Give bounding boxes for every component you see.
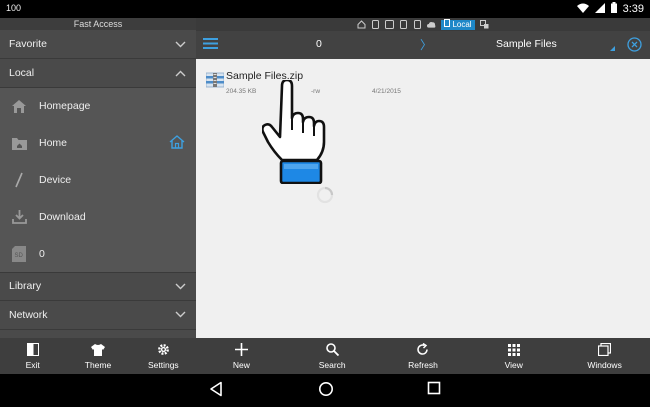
status-bar: 100 3:39: [0, 0, 650, 18]
exit-button[interactable]: Exit: [0, 338, 65, 374]
sidebar: Fast Access Favorite Local Homepage Home…: [0, 18, 196, 338]
local-tab[interactable]: Local: [441, 19, 475, 30]
tablet-chip-icon: [444, 19, 451, 30]
home-circle-icon[interactable]: [318, 381, 334, 397]
file-size: 204.35 KB: [226, 88, 257, 95]
home-tab-icon[interactable]: [357, 20, 366, 29]
file-date: 4/21/2015: [372, 88, 401, 95]
item-count: 0: [316, 38, 322, 50]
sidebar-item-homepage[interactable]: Homepage: [0, 88, 196, 125]
app-frame: 100 3:39 Local Fast Access Favorite Loca…: [0, 0, 650, 407]
theme-label: Theme: [84, 359, 112, 370]
sidebar-item-device[interactable]: Device: [0, 162, 196, 199]
chevron-up-icon: [173, 68, 187, 78]
window-tab-strip: Local: [196, 18, 650, 31]
library-label: Library: [9, 280, 42, 293]
tablet-tab-icon[interactable]: [385, 20, 395, 29]
cloud-tab-icon[interactable]: [427, 20, 436, 29]
loading-spinner: [316, 186, 334, 204]
sidebar-item-home[interactable]: Home: [0, 125, 196, 162]
content-topbar: 0 〉 Sample Files: [196, 31, 650, 59]
new-button[interactable]: New: [196, 338, 287, 374]
local-tab-label: Local: [452, 19, 472, 29]
search-button[interactable]: Search: [287, 338, 378, 374]
windows-label: Windows: [587, 359, 622, 370]
exit-label: Exit: [25, 359, 40, 370]
plus-icon: [234, 343, 248, 357]
settings-button[interactable]: Settings: [131, 338, 196, 374]
signal-icon: [594, 0, 605, 18]
theme-button[interactable]: Theme: [65, 338, 130, 374]
home-outline-icon[interactable]: [168, 134, 186, 152]
sidebar-item-label: Home: [39, 137, 68, 150]
exit-icon: [26, 343, 40, 357]
favorite-label: Favorite: [9, 38, 47, 50]
wifi-icon: [576, 0, 589, 18]
network-label: Network: [9, 308, 48, 321]
windows-stack-icon: [598, 343, 612, 357]
zip-file-icon: [205, 72, 225, 88]
status-time: 3:39: [622, 3, 644, 15]
homepage-icon: [10, 97, 28, 115]
sd-card-icon: SD: [10, 245, 28, 263]
shirt-icon: [90, 343, 105, 357]
system-nav-bar: [0, 374, 650, 407]
home-folder-icon: [10, 134, 28, 152]
sidebar-item-download[interactable]: Download: [0, 198, 196, 235]
refresh-label: Refresh: [408, 359, 438, 370]
phone-tab-icon[interactable]: [371, 20, 380, 29]
path-separator: 〉: [420, 38, 433, 52]
sidebar-item-label: 0: [39, 247, 45, 260]
view-button[interactable]: View: [468, 338, 559, 374]
new-label: New: [232, 359, 250, 370]
phone-tab-icon-2[interactable]: [399, 20, 408, 29]
sidebar-item-label: Homepage: [39, 100, 91, 113]
battery-icon: [610, 0, 617, 18]
windows-button[interactable]: Windows: [559, 338, 650, 374]
download-icon: [10, 208, 28, 226]
network-tab-icon[interactable]: [479, 20, 489, 29]
gear-icon: [156, 343, 170, 357]
sidebar-section-favorite[interactable]: Favorite: [0, 30, 196, 59]
menu-icon[interactable]: [203, 37, 219, 53]
chevron-down-icon: [173, 281, 187, 291]
sidebar-item-sd[interactable]: SD 0: [0, 235, 196, 272]
sidebar-item-label: Device: [39, 173, 72, 186]
search-icon: [325, 343, 339, 357]
status-right: 3:39: [576, 0, 644, 18]
main-toolbar: New Search Refresh View Windows: [196, 338, 650, 374]
search-label: Search: [318, 359, 346, 370]
view-label: View: [504, 359, 523, 370]
path-dropdown-indicator[interactable]: [610, 46, 615, 51]
sidebar-item-label: Download: [39, 210, 86, 223]
local-label: Local: [9, 67, 35, 79]
sidebar-section-network[interactable]: Network: [0, 300, 196, 330]
device-slash-icon: [10, 171, 28, 189]
fast-access-header[interactable]: Fast Access: [0, 18, 196, 30]
pointing-hand-icon: [261, 78, 326, 185]
status-left-text: 100: [6, 3, 22, 13]
svg-text:SD: SD: [15, 253, 24, 259]
refresh-button[interactable]: Refresh: [378, 338, 469, 374]
grid-view-icon: [507, 343, 521, 357]
sidebar-section-library[interactable]: Library: [0, 271, 196, 301]
sidebar-section-local[interactable]: Local: [0, 59, 196, 88]
sidebar-toolbar: Exit Theme Settings: [0, 338, 196, 374]
current-folder-title[interactable]: Sample Files: [496, 38, 557, 50]
settings-label: Settings: [147, 359, 179, 370]
refresh-icon: [416, 343, 430, 357]
close-icon[interactable]: [627, 37, 643, 53]
chevron-down-icon: [173, 39, 187, 49]
recents-icon[interactable]: [427, 381, 443, 397]
phone-tab-icon-3[interactable]: [413, 20, 422, 29]
back-icon[interactable]: [209, 381, 225, 397]
chevron-down-icon: [173, 310, 187, 320]
local-section-body: Homepage Home Device Download SD 0: [0, 88, 196, 272]
